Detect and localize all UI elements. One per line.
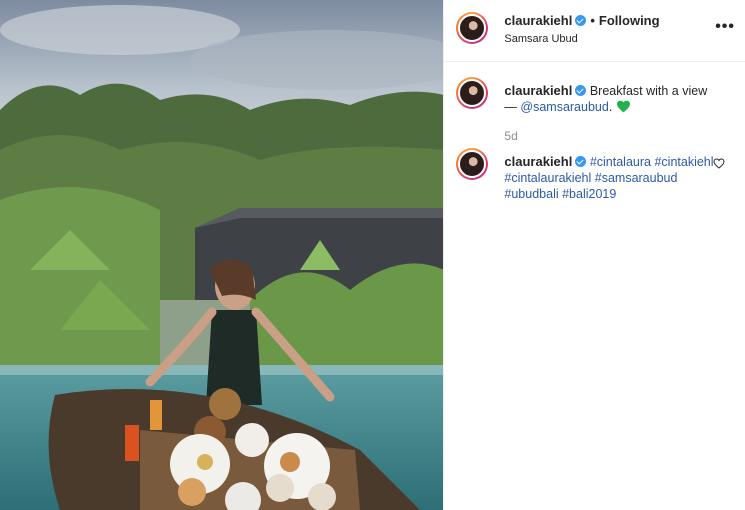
post-viewer: claurakiehl • Following Samsara Ubud ••• c…	[0, 0, 745, 510]
hashtag-link[interactable]: #cintakiehl	[654, 155, 713, 169]
more-options-icon[interactable]: •••	[715, 18, 735, 36]
following-button[interactable]: Following	[599, 13, 660, 28]
caption-text: claurakiehl Breakfast with a view — @sam…	[504, 83, 717, 115]
mention-link[interactable]: @samsaraubud	[520, 100, 608, 114]
post-photo[interactable]	[0, 0, 444, 510]
comment-text: claurakiehl #cintalaura #cintakiehl #cin…	[504, 154, 717, 202]
post-time[interactable]: 5d	[504, 129, 517, 143]
header-line: claurakiehl • Following	[504, 13, 659, 28]
hashtag-link[interactable]: #cintalaura	[590, 155, 651, 169]
location-link[interactable]: Samsara Ubud	[504, 33, 577, 45]
hashtag-link[interactable]: #bali2019	[562, 187, 616, 201]
verified-badge-icon	[575, 15, 587, 26]
avatar[interactable]	[456, 12, 489, 44]
hashtag-link[interactable]: #ubudbali	[504, 187, 558, 201]
comment-username[interactable]: claurakiehl	[504, 154, 572, 169]
post-sidebar: claurakiehl • Following Samsara Ubud ••• c…	[443, 0, 745, 510]
caption-username[interactable]: claurakiehl	[504, 83, 572, 98]
hashtag-link[interactable]: #samsaraubud	[595, 171, 678, 185]
avatar[interactable]	[456, 148, 489, 180]
hashtag-link[interactable]: #cintalaurakiehl	[504, 171, 591, 185]
separator-dot: •	[590, 13, 595, 28]
green-heart-icon	[616, 100, 630, 113]
caption-trailing: .	[608, 100, 613, 114]
photo-image	[0, 0, 444, 510]
author-username[interactable]: claurakiehl	[504, 13, 572, 28]
verified-badge-icon	[575, 156, 587, 167]
avatar[interactable]	[456, 77, 489, 109]
like-heart-icon[interactable]	[713, 158, 725, 169]
verified-badge-icon	[575, 85, 587, 96]
post-header: claurakiehl • Following Samsara Ubud •••	[444, 0, 745, 62]
